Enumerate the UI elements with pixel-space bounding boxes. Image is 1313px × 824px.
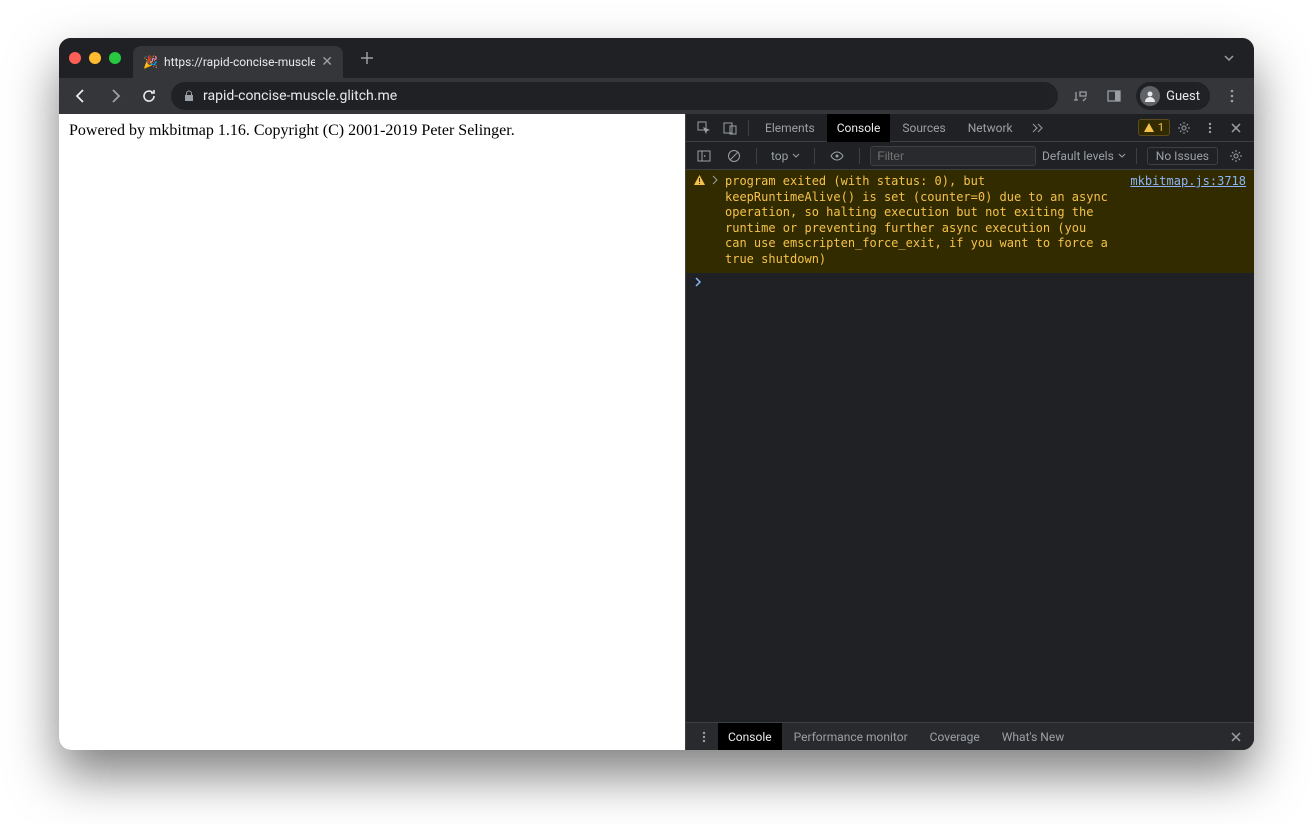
log-levels-selector[interactable]: Default levels (1042, 149, 1126, 163)
browser-menu-button[interactable] (1220, 84, 1244, 108)
devtools-drawer: Console Performance monitor Coverage Wha… (686, 722, 1254, 750)
drawer-tab-whats-new[interactable]: What's New (992, 723, 1074, 751)
profile-label: Guest (1166, 89, 1200, 104)
browser-toolbar: rapid-concise-muscle.glitch.me Guest (59, 78, 1254, 114)
caret-down-icon (1118, 152, 1126, 160)
chevron-right-icon (694, 277, 702, 287)
tab-strip: 🎉 https://rapid-concise-muscle.g ✕ (59, 38, 1254, 78)
gear-icon (1229, 149, 1243, 163)
tab-favicon-icon: 🎉 (143, 55, 158, 69)
side-panel-icon[interactable] (1102, 84, 1126, 108)
drawer-menu-button[interactable] (692, 725, 716, 749)
drawer-close-button[interactable] (1224, 725, 1248, 749)
console-prompt[interactable] (686, 273, 1254, 291)
drawer-tab-coverage[interactable]: Coverage (920, 723, 990, 751)
back-button[interactable] (69, 84, 93, 108)
browser-tab[interactable]: 🎉 https://rapid-concise-muscle.g ✕ (133, 46, 343, 78)
warning-icon (1144, 123, 1154, 133)
address-url: rapid-concise-muscle.glitch.me (203, 88, 397, 104)
console-sidebar-toggle[interactable] (692, 144, 716, 168)
devtools-menu-button[interactable] (1198, 116, 1222, 140)
console-toolbar: top Default levels No Issues (686, 142, 1254, 170)
address-bar[interactable]: rapid-concise-muscle.glitch.me (171, 82, 1058, 110)
chevron-down-icon (1222, 51, 1236, 65)
warnings-count: 1 (1158, 121, 1164, 134)
expand-message-button[interactable] (711, 175, 719, 268)
tab-close-button[interactable]: ✕ (321, 54, 333, 70)
kebab-icon (1203, 121, 1217, 135)
content-area: Powered by mkbitmap 1.16. Copyright (C) … (59, 114, 1254, 750)
kebab-icon (1224, 88, 1240, 104)
tab-console[interactable]: Console (827, 114, 891, 142)
clear-console-button[interactable] (722, 144, 746, 168)
caret-down-icon (792, 152, 800, 160)
console-message-text: program exited (with status: 0), but kee… (725, 174, 1112, 268)
page-text: Powered by mkbitmap 1.16. Copyright (C) … (69, 122, 675, 140)
close-icon (1230, 731, 1242, 743)
more-tabs-button[interactable] (1025, 116, 1049, 140)
close-icon (1230, 122, 1242, 134)
devtools-settings-button[interactable] (1172, 116, 1196, 140)
inspect-element-button[interactable] (692, 116, 716, 140)
clear-icon (727, 149, 741, 163)
warning-icon (694, 175, 705, 268)
tab-sources[interactable]: Sources (892, 114, 955, 142)
window-dropdown-button[interactable] (1214, 51, 1244, 65)
console-settings-button[interactable] (1224, 144, 1248, 168)
issues-button[interactable]: No Issues (1147, 147, 1218, 165)
browser-window: 🎉 https://rapid-concise-muscle.g ✕ rapid… (59, 38, 1254, 750)
lock-icon (183, 90, 195, 102)
warnings-badge[interactable]: 1 (1138, 119, 1170, 136)
devtools-tabbar: Elements Console Sources Network 1 (686, 114, 1254, 142)
live-expression-button[interactable] (825, 144, 849, 168)
context-label: top (771, 149, 788, 163)
tab-elements[interactable]: Elements (755, 114, 825, 142)
media-control-icon[interactable] (1068, 84, 1092, 108)
filter-input[interactable] (870, 146, 1036, 166)
reload-icon (141, 88, 157, 104)
page-viewport: Powered by mkbitmap 1.16. Copyright (C) … (59, 114, 685, 750)
levels-label: Default levels (1042, 149, 1114, 163)
drawer-tab-console[interactable]: Console (718, 723, 782, 751)
caret-right-icon (711, 175, 719, 185)
gear-icon (1177, 121, 1191, 135)
tab-network[interactable]: Network (958, 114, 1023, 142)
avatar-icon (1140, 86, 1160, 106)
close-window-button[interactable] (69, 52, 81, 64)
filter-field[interactable] (870, 146, 1036, 166)
inspect-icon (697, 121, 711, 135)
reload-button[interactable] (137, 84, 161, 108)
device-toolbar-button[interactable] (718, 116, 742, 140)
device-icon (723, 121, 737, 135)
maximize-window-button[interactable] (109, 52, 121, 64)
chevrons-right-icon (1030, 121, 1044, 135)
drawer-tab-performance-monitor[interactable]: Performance monitor (784, 723, 918, 751)
console-message-source: mkbitmap.js:3718 (1130, 174, 1246, 268)
plus-icon (360, 51, 374, 65)
console-output[interactable]: program exited (with status: 0), but kee… (686, 170, 1254, 722)
console-warning-row: program exited (with status: 0), but kee… (686, 170, 1254, 273)
devtools-close-button[interactable] (1224, 116, 1248, 140)
forward-button[interactable] (103, 84, 127, 108)
devtools-panel: Elements Console Sources Network 1 (685, 114, 1254, 750)
window-controls (69, 52, 121, 64)
arrow-right-icon (107, 88, 123, 104)
kebab-icon (697, 730, 711, 744)
tab-title: https://rapid-concise-muscle.g (164, 55, 315, 69)
new-tab-button[interactable] (353, 44, 381, 72)
context-selector[interactable]: top (767, 149, 804, 163)
sidebar-icon (697, 149, 711, 163)
source-link[interactable]: mkbitmap.js:3718 (1130, 174, 1246, 188)
minimize-window-button[interactable] (89, 52, 101, 64)
arrow-left-icon (73, 88, 89, 104)
eye-icon (830, 149, 844, 163)
issues-label: No Issues (1156, 149, 1209, 163)
profile-button[interactable]: Guest (1136, 82, 1210, 110)
